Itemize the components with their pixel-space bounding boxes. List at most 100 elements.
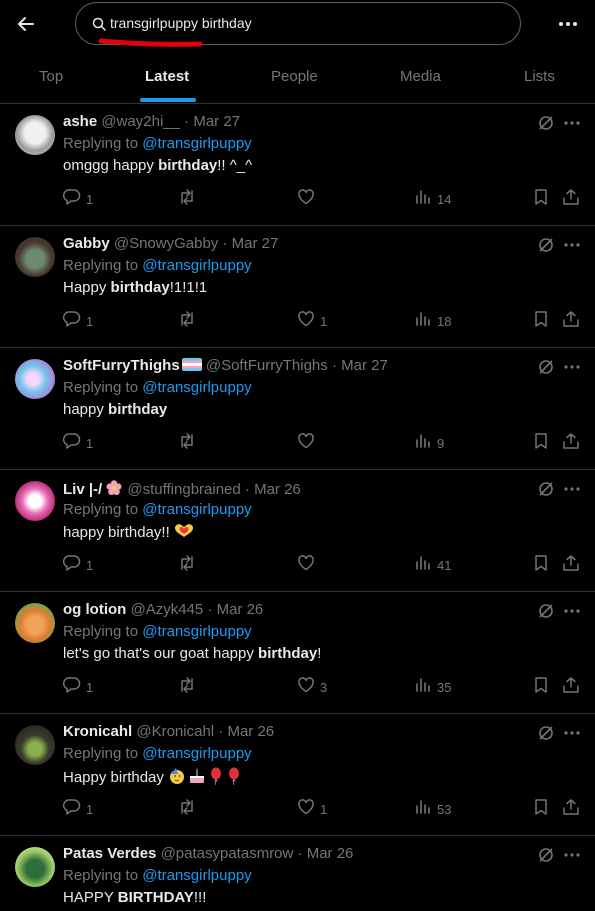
reply-button[interactable]: 1 (63, 432, 93, 451)
user-handle[interactable]: @way2hi__ (101, 113, 180, 130)
share-button[interactable] (562, 310, 580, 328)
bookmark-button[interactable] (532, 432, 550, 450)
like-button[interactable] (297, 554, 320, 572)
user-handle[interactable]: @SnowyGabby (114, 235, 218, 252)
views-button[interactable]: 53 (414, 798, 451, 817)
retweet-button[interactable] (178, 188, 201, 206)
mention-link[interactable]: @transgirlpuppy (142, 867, 251, 884)
grok-icon[interactable] (537, 846, 555, 864)
avatar[interactable] (15, 847, 55, 887)
mention-link[interactable]: @transgirlpuppy (142, 501, 251, 518)
retweet-button[interactable] (178, 310, 201, 328)
display-name[interactable]: Patas Verdes (63, 845, 156, 862)
mention-link[interactable]: @transgirlpuppy (142, 379, 251, 396)
like-button[interactable]: 3 (297, 676, 327, 695)
grok-icon[interactable] (537, 358, 555, 376)
tweet[interactable]: og lotion @Azyk445 · Mar 26 Replying to … (0, 592, 595, 714)
back-button[interactable] (14, 12, 38, 36)
more-dots-icon[interactable] (563, 846, 581, 864)
grok-icon[interactable] (537, 724, 555, 742)
user-handle[interactable]: @patasypatasmrow (161, 845, 294, 862)
views-button[interactable]: 35 (414, 676, 451, 695)
search-input[interactable]: transgirlpuppy birthday (110, 15, 252, 31)
grok-icon[interactable] (537, 480, 555, 498)
avatar[interactable] (15, 481, 55, 521)
tweet[interactable]: Liv |-/ @stuffingbrained · Mar 26 Replyi… (0, 470, 595, 592)
mention-link[interactable]: @transgirlpuppy (142, 257, 251, 274)
mention-link[interactable]: @transgirlpuppy (142, 745, 251, 762)
tweet[interactable]: Patas Verdes @patasypatasmrow · Mar 26 R… (0, 836, 595, 911)
tweet[interactable]: SoftFurryThighs @SoftFurryThighs · Mar 2… (0, 348, 595, 470)
share-button[interactable] (562, 188, 580, 206)
tweet-date[interactable]: Mar 27 (193, 113, 240, 130)
bookmark-button[interactable] (532, 676, 550, 694)
mention-link[interactable]: @transgirlpuppy (142, 135, 251, 152)
share-button[interactable] (562, 676, 580, 694)
views-button[interactable]: 9 (414, 432, 444, 451)
more-options-button[interactable] (556, 12, 580, 36)
reply-button[interactable]: 1 (63, 798, 93, 817)
views-button[interactable]: 18 (414, 310, 451, 329)
user-handle[interactable]: @stuffingbrained (127, 481, 240, 498)
display-name[interactable]: Kronicahl (63, 723, 132, 740)
views-button[interactable]: 41 (414, 554, 451, 573)
display-name[interactable]: Liv |-/ (63, 481, 102, 498)
retweet-button[interactable] (178, 798, 201, 816)
display-name[interactable]: Gabby (63, 235, 110, 252)
bookmark-button[interactable] (532, 310, 550, 328)
avatar[interactable] (15, 725, 55, 765)
tab-latest[interactable]: Latest (145, 68, 189, 85)
tweet[interactable]: Kronicahl @Kronicahl · Mar 26 Replying t… (0, 714, 595, 836)
reply-button[interactable]: 1 (63, 188, 93, 207)
tweet-date[interactable]: Mar 26 (307, 845, 354, 862)
tab-media[interactable]: Media (400, 68, 441, 85)
tweet-date[interactable]: Mar 26 (227, 723, 274, 740)
grok-icon[interactable] (537, 602, 555, 620)
share-button[interactable] (562, 432, 580, 450)
more-dots-icon[interactable] (563, 236, 581, 254)
more-dots-icon[interactable] (563, 724, 581, 742)
tweet-date[interactable]: Mar 27 (341, 357, 388, 374)
reply-button[interactable]: 1 (63, 554, 93, 573)
like-button[interactable]: 1 (297, 310, 327, 329)
tab-top[interactable]: Top (39, 68, 63, 85)
retweet-button[interactable] (178, 432, 201, 450)
user-handle[interactable]: @Azyk445 (130, 601, 203, 618)
tweet-date[interactable]: Mar 27 (232, 235, 279, 252)
bookmark-button[interactable] (532, 188, 550, 206)
like-button[interactable] (297, 188, 320, 206)
avatar[interactable] (15, 359, 55, 399)
reply-button[interactable]: 1 (63, 310, 93, 329)
user-handle[interactable]: @Kronicahl (136, 723, 214, 740)
retweet-button[interactable] (178, 676, 201, 694)
bookmark-button[interactable] (532, 798, 550, 816)
user-handle[interactable]: @SoftFurryThighs (206, 357, 328, 374)
avatar[interactable] (15, 237, 55, 277)
more-dots-icon[interactable] (563, 602, 581, 620)
retweet-button[interactable] (178, 554, 201, 572)
like-button[interactable] (297, 432, 320, 450)
tweet[interactable]: Gabby @SnowyGabby · Mar 27 Replying to @… (0, 226, 595, 348)
bookmark-button[interactable] (532, 554, 550, 572)
reply-button[interactable]: 1 (63, 676, 93, 695)
views-button[interactable]: 14 (414, 188, 451, 207)
display-name[interactable]: SoftFurryThighs (63, 357, 180, 374)
display-name[interactable]: ashe (63, 113, 97, 130)
more-dots-icon[interactable] (563, 358, 581, 376)
mention-link[interactable]: @transgirlpuppy (142, 623, 251, 640)
share-button[interactable] (562, 798, 580, 816)
avatar[interactable] (15, 603, 55, 643)
tweet-date[interactable]: Mar 26 (217, 601, 264, 618)
more-dots-icon[interactable] (563, 480, 581, 498)
avatar[interactable] (15, 115, 55, 155)
share-button[interactable] (562, 554, 580, 572)
like-button[interactable]: 1 (297, 798, 327, 817)
tab-people[interactable]: People (271, 68, 318, 85)
tweet[interactable]: ashe @way2hi__ · Mar 27 Replying to @tra… (0, 104, 595, 226)
grok-icon[interactable] (537, 114, 555, 132)
display-name[interactable]: og lotion (63, 601, 126, 618)
tweet-date[interactable]: Mar 26 (254, 481, 301, 498)
grok-icon[interactable] (537, 236, 555, 254)
more-dots-icon[interactable] (563, 114, 581, 132)
tab-lists[interactable]: Lists (524, 68, 555, 85)
